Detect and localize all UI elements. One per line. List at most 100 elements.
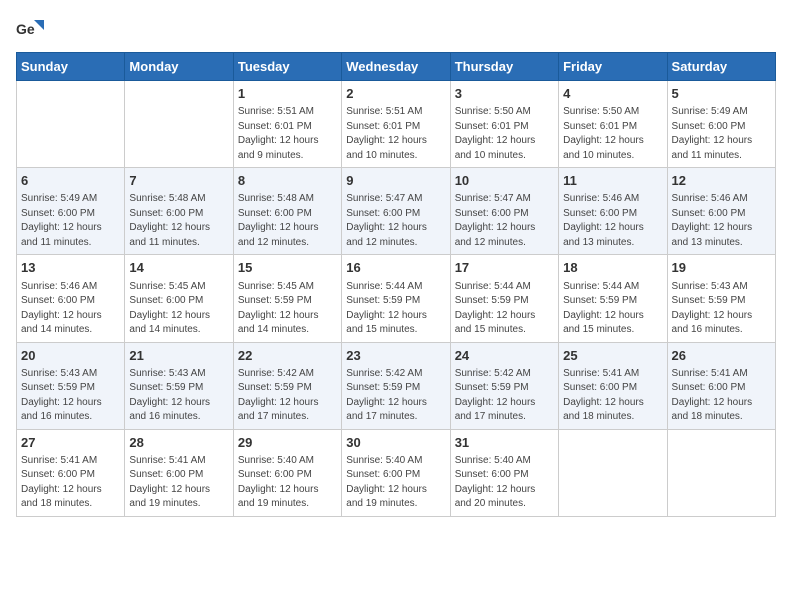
calendar-day-cell: 8 Sunrise: 5:48 AM Sunset: 6:00 PM Daylig…: [233, 168, 341, 255]
calendar-day-cell: 3 Sunrise: 5:50 AM Sunset: 6:01 PM Daylig…: [450, 81, 558, 168]
day-of-week-header: Sunday: [17, 53, 125, 81]
day-number: 23: [346, 347, 445, 365]
day-number: 4: [563, 85, 662, 103]
calendar-day-cell: 5Sunrise: 5:49 AM Sunset: 6:00 PM Daylig…: [667, 81, 775, 168]
day-number: 21: [129, 347, 228, 365]
day-number: 25: [563, 347, 662, 365]
day-number: 22: [238, 347, 337, 365]
day-number: 18: [563, 259, 662, 277]
calendar-day-cell: 29 Sunrise: 5:40 AM Sunset: 6:00 PM Dayli…: [233, 429, 341, 516]
day-number: 11: [563, 172, 662, 190]
calendar-table: SundayMondayTuesdayWednesdayThursdayFrid…: [16, 52, 776, 517]
day-info: Sunrise: 5:49 AM Sunset: 6:00 PM Dayligh…: [21, 192, 120, 250]
day-info: Sunrise: 5:46 AM Sunset: 6:00 PM Dayligh…: [672, 192, 771, 250]
day-number: 1: [238, 85, 337, 103]
day-number: 17: [455, 259, 554, 277]
day-info: Sunrise: 5:41 AM Sunset: 6:00 PM Dayligh…: [563, 367, 662, 425]
day-number: 30: [346, 434, 445, 452]
calendar-day-cell: 24 Sunrise: 5:42 AM Sunset: 5:59 PM Dayli…: [450, 342, 558, 429]
day-info: Sunrise: 5:47 AM Sunset: 6:00 PM Dayligh…: [455, 192, 554, 250]
day-info: Sunrise: 5:45 AM Sunset: 6:00 PM Dayligh…: [129, 280, 228, 338]
logo: Ge: [16, 16, 48, 44]
calendar-week-row: 6 Sunrise: 5:49 AM Sunset: 6:00 PM Daylig…: [17, 168, 776, 255]
day-of-week-header: Tuesday: [233, 53, 341, 81]
calendar-day-cell: 11 Sunrise: 5:46 AM Sunset: 6:00 PM Dayli…: [559, 168, 667, 255]
calendar-day-cell: 12 Sunrise: 5:46 AM Sunset: 6:00 PM Dayli…: [667, 168, 775, 255]
day-number: 24: [455, 347, 554, 365]
day-info: Sunrise: 5:42 AM Sunset: 5:59 PM Dayligh…: [346, 367, 445, 425]
day-of-week-header: Monday: [125, 53, 233, 81]
day-number: 19: [672, 259, 771, 277]
day-info: Sunrise: 5:50 AM Sunset: 6:01 PM Dayligh…: [563, 105, 662, 163]
day-info: Sunrise: 5:48 AM Sunset: 6:00 PM Dayligh…: [238, 192, 337, 250]
calendar-week-row: 1 Sunrise: 5:51 AM Sunset: 6:01 PM Daylig…: [17, 81, 776, 168]
day-info: Sunrise: 5:48 AM Sunset: 6:00 PM Dayligh…: [129, 192, 228, 250]
day-info: Sunrise: 5:40 AM Sunset: 6:00 PM Dayligh…: [346, 454, 445, 512]
day-number: 29: [238, 434, 337, 452]
calendar-day-cell: 31 Sunrise: 5:40 AM Sunset: 6:00 PM Dayli…: [450, 429, 558, 516]
day-info: Sunrise: 5:43 AM Sunset: 5:59 PM Dayligh…: [21, 367, 120, 425]
day-info: Sunrise: 5:44 AM Sunset: 5:59 PM Dayligh…: [563, 280, 662, 338]
calendar-week-row: 20 Sunrise: 5:43 AM Sunset: 5:59 PM Dayli…: [17, 342, 776, 429]
calendar-day-cell: 19 Sunrise: 5:43 AM Sunset: 5:59 PM Dayli…: [667, 255, 775, 342]
day-info: Sunrise: 5:51 AM Sunset: 6:01 PM Dayligh…: [346, 105, 445, 163]
calendar-day-cell: 22Sunrise: 5:42 AM Sunset: 5:59 PM Dayli…: [233, 342, 341, 429]
day-number: 3: [455, 85, 554, 103]
day-info: Sunrise: 5:46 AM Sunset: 6:00 PM Dayligh…: [563, 192, 662, 250]
day-info: Sunrise: 5:41 AM Sunset: 6:00 PM Dayligh…: [129, 454, 228, 512]
day-info: Sunrise: 5:42 AM Sunset: 5:59 PM Dayligh…: [455, 367, 554, 425]
day-number: 8: [238, 172, 337, 190]
calendar-week-row: 27Sunrise: 5:41 AM Sunset: 6:00 PM Dayli…: [17, 429, 776, 516]
header: Ge: [16, 16, 776, 44]
calendar-day-cell: 14Sunrise: 5:45 AM Sunset: 6:00 PM Dayli…: [125, 255, 233, 342]
calendar-day-cell: 2 Sunrise: 5:51 AM Sunset: 6:01 PM Daylig…: [342, 81, 450, 168]
calendar-day-cell: [125, 81, 233, 168]
day-number: 16: [346, 259, 445, 277]
logo-icon: Ge: [16, 16, 44, 44]
day-number: 31: [455, 434, 554, 452]
day-of-week-header: Wednesday: [342, 53, 450, 81]
day-info: Sunrise: 5:41 AM Sunset: 6:00 PM Dayligh…: [672, 367, 771, 425]
calendar-day-cell: [667, 429, 775, 516]
day-number: 6: [21, 172, 120, 190]
calendar-day-cell: 17Sunrise: 5:44 AM Sunset: 5:59 PM Dayli…: [450, 255, 558, 342]
day-info: Sunrise: 5:40 AM Sunset: 6:00 PM Dayligh…: [455, 454, 554, 512]
calendar-day-cell: 13Sunrise: 5:46 AM Sunset: 6:00 PM Dayli…: [17, 255, 125, 342]
day-number: 2: [346, 85, 445, 103]
svg-text:Ge: Ge: [16, 21, 35, 37]
day-info: Sunrise: 5:40 AM Sunset: 6:00 PM Dayligh…: [238, 454, 337, 512]
calendar-week-row: 13Sunrise: 5:46 AM Sunset: 6:00 PM Dayli…: [17, 255, 776, 342]
calendar-day-cell: 10 Sunrise: 5:47 AM Sunset: 6:00 PM Dayli…: [450, 168, 558, 255]
day-number: 7: [129, 172, 228, 190]
day-info: Sunrise: 5:50 AM Sunset: 6:01 PM Dayligh…: [455, 105, 554, 163]
day-info: Sunrise: 5:47 AM Sunset: 6:00 PM Dayligh…: [346, 192, 445, 250]
calendar-day-cell: 27Sunrise: 5:41 AM Sunset: 6:00 PM Dayli…: [17, 429, 125, 516]
calendar-day-cell: 26 Sunrise: 5:41 AM Sunset: 6:00 PM Dayli…: [667, 342, 775, 429]
calendar-day-cell: 30 Sunrise: 5:40 AM Sunset: 6:00 PM Dayli…: [342, 429, 450, 516]
day-info: Sunrise: 5:43 AM Sunset: 5:59 PM Dayligh…: [672, 280, 771, 338]
day-info: Sunrise: 5:43 AM Sunset: 5:59 PM Dayligh…: [129, 367, 228, 425]
day-number: 15: [238, 259, 337, 277]
calendar-day-cell: 25 Sunrise: 5:41 AM Sunset: 6:00 PM Dayli…: [559, 342, 667, 429]
day-info: Sunrise: 5:46 AM Sunset: 6:00 PM Dayligh…: [21, 280, 120, 338]
day-number: 20: [21, 347, 120, 365]
calendar-day-cell: 15 Sunrise: 5:45 AM Sunset: 5:59 PM Dayli…: [233, 255, 341, 342]
calendar-day-cell: [559, 429, 667, 516]
calendar-day-cell: 9 Sunrise: 5:47 AM Sunset: 6:00 PM Daylig…: [342, 168, 450, 255]
day-number: 9: [346, 172, 445, 190]
calendar-header-row: SundayMondayTuesdayWednesdayThursdayFrid…: [17, 53, 776, 81]
day-number: 26: [672, 347, 771, 365]
day-info: Sunrise: 5:45 AM Sunset: 5:59 PM Dayligh…: [238, 280, 337, 338]
calendar-day-cell: 1Sunrise: 5:51 AM Sunset: 6:01 PM Daylig…: [233, 81, 341, 168]
calendar-day-cell: 16 Sunrise: 5:44 AM Sunset: 5:59 PM Dayli…: [342, 255, 450, 342]
calendar-day-cell: 23 Sunrise: 5:42 AM Sunset: 5:59 PM Dayli…: [342, 342, 450, 429]
day-number: 12: [672, 172, 771, 190]
day-of-week-header: Saturday: [667, 53, 775, 81]
calendar-day-cell: 7 Sunrise: 5:48 AM Sunset: 6:00 PM Daylig…: [125, 168, 233, 255]
day-number: 28: [129, 434, 228, 452]
day-info: Sunrise: 5:44 AM Sunset: 5:59 PM Dayligh…: [346, 280, 445, 338]
day-info: Sunrise: 5:49 AM Sunset: 6:00 PM Dayligh…: [672, 105, 771, 163]
calendar-day-cell: 18 Sunrise: 5:44 AM Sunset: 5:59 PM Dayli…: [559, 255, 667, 342]
day-info: Sunrise: 5:41 AM Sunset: 6:00 PM Dayligh…: [21, 454, 120, 512]
day-number: 10: [455, 172, 554, 190]
